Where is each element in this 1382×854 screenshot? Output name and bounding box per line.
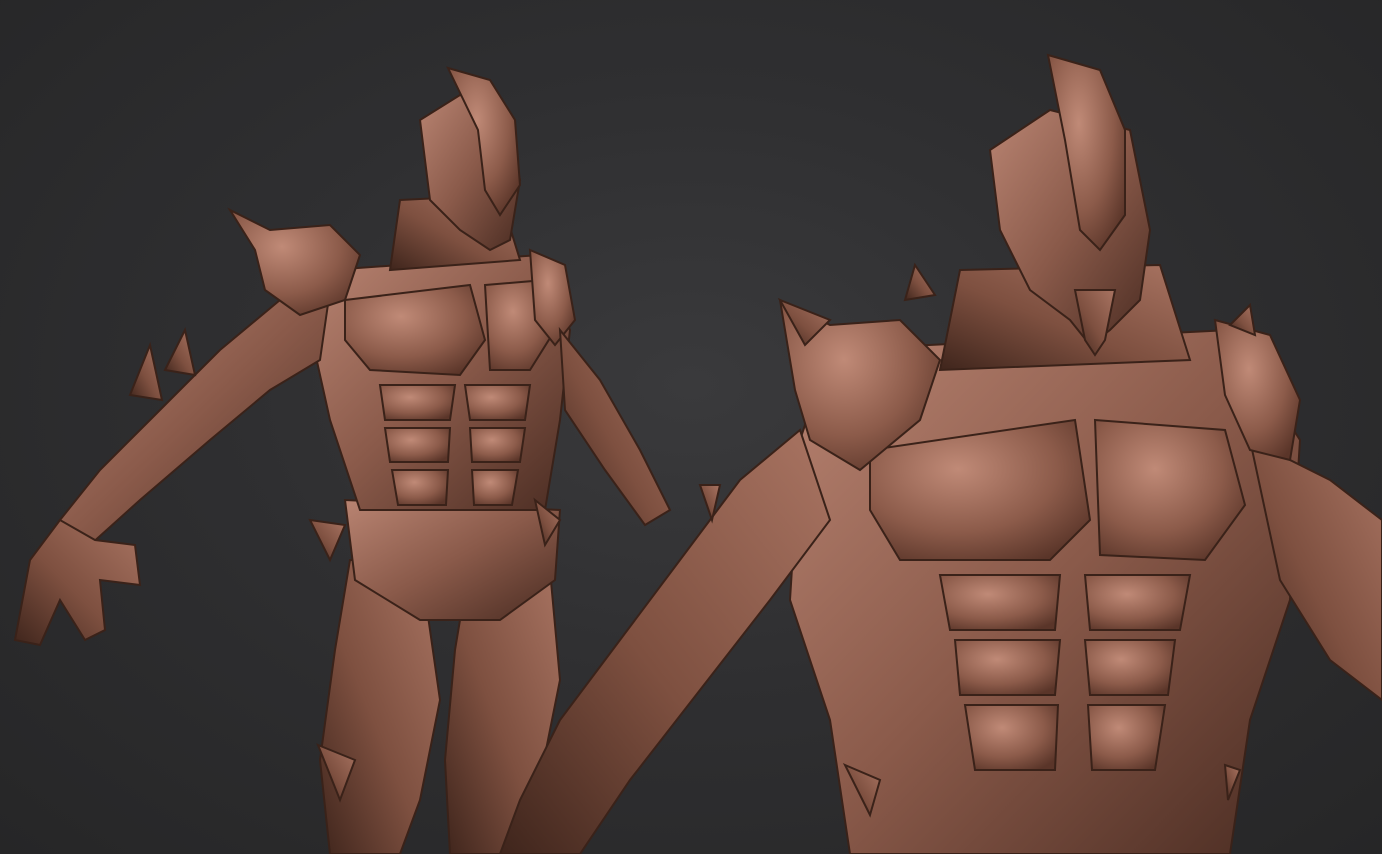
left-hand <box>13 518 142 647</box>
left-arm <box>58 288 332 547</box>
render-canvas <box>13 53 1382 854</box>
chest-plate-left <box>344 283 487 377</box>
render-viewport <box>0 0 1382 854</box>
right-arm <box>558 326 672 527</box>
left-shoulder-pad <box>227 207 362 317</box>
